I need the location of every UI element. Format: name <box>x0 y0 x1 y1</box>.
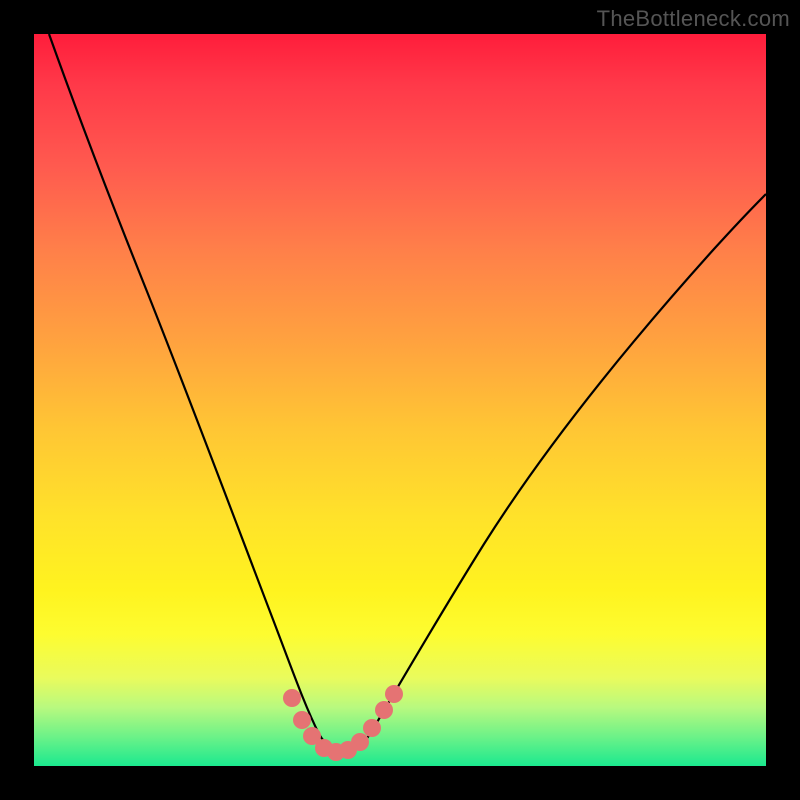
bottleneck-curve <box>49 34 766 752</box>
highlight-dots <box>283 685 403 761</box>
plot-area <box>34 34 766 766</box>
curve-layer <box>34 34 766 766</box>
watermark-text: TheBottleneck.com <box>597 6 790 32</box>
chart-frame: TheBottleneck.com <box>0 0 800 800</box>
